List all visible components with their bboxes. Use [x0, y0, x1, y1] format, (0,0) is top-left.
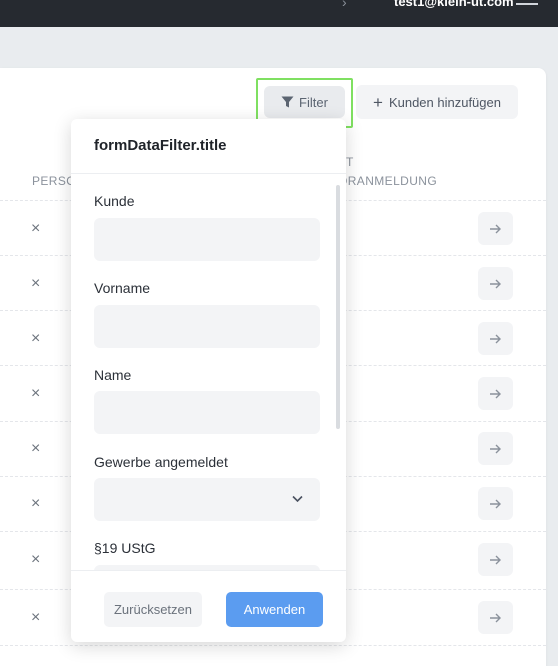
vorname-input[interactable]	[94, 305, 320, 348]
arrow-right-icon	[490, 334, 501, 343]
filter-popover-title: formDataFilter.title	[94, 137, 227, 154]
close-icon: ×	[31, 609, 41, 626]
open-row-button[interactable]	[478, 212, 513, 245]
close-icon: ×	[31, 495, 41, 512]
arrow-right-icon	[490, 389, 501, 398]
user-email[interactable]: test1@klein-ut.com	[394, 0, 514, 9]
arrow-right-icon	[490, 279, 501, 288]
close-icon: ×	[31, 275, 41, 292]
open-row-button[interactable]	[478, 487, 513, 520]
field-label-name: Name	[94, 367, 132, 383]
table-row-divider	[0, 645, 546, 646]
top-navbar: › test1@klein-ut.com	[0, 0, 558, 27]
arrow-right-icon	[490, 444, 501, 453]
add-customer-label: Kunden hinzufügen	[388, 94, 501, 110]
open-row-button[interactable]	[478, 432, 513, 465]
arrow-right-icon	[490, 224, 501, 233]
filter-popover: formDataFilter.title Kunde Vorname Name …	[71, 119, 346, 642]
open-row-button[interactable]	[478, 543, 513, 576]
open-row-button[interactable]	[478, 322, 513, 355]
field-label-ustg: §19 UStG	[94, 540, 156, 556]
close-icon: ×	[31, 551, 41, 568]
field-label-gewerbe: Gewerbe angemeldet	[94, 454, 228, 470]
close-icon: ×	[31, 385, 41, 402]
nav-chevron-icon[interactable]: ›	[342, 0, 347, 10]
hamburger-menu-icon[interactable]	[516, 0, 538, 8]
column-header-person: PERSO	[32, 174, 77, 188]
popover-scrollbar[interactable]	[336, 185, 340, 429]
plus-icon: +	[373, 92, 383, 112]
close-icon: ×	[31, 440, 41, 457]
open-row-button[interactable]	[478, 267, 513, 300]
column-header-right-line1: T	[346, 155, 354, 169]
chevron-down-icon	[292, 495, 303, 503]
divider	[71, 570, 346, 571]
add-customer-button[interactable]: + Kunden hinzufügen	[356, 85, 518, 119]
field-label-vorname: Vorname	[94, 280, 151, 296]
close-icon: ×	[31, 220, 41, 237]
reset-button[interactable]: Zurücksetzen	[104, 592, 202, 627]
kunde-input[interactable]	[94, 218, 320, 261]
open-row-button[interactable]	[478, 377, 513, 410]
open-row-button[interactable]	[478, 601, 513, 634]
field-label-kunde: Kunde	[94, 193, 135, 209]
arrow-right-icon	[490, 613, 501, 622]
column-header-right-line2: ORANMELDUNG	[338, 174, 438, 188]
name-input[interactable]	[94, 391, 320, 434]
filter-form: Kunde Vorname Name Gewerbe angemeldet §1…	[71, 174, 346, 570]
arrow-right-icon	[490, 499, 501, 508]
close-icon: ×	[31, 330, 41, 347]
gewerbe-select[interactable]	[94, 478, 320, 521]
arrow-right-icon	[490, 555, 501, 564]
apply-button[interactable]: Anwenden	[226, 592, 323, 627]
